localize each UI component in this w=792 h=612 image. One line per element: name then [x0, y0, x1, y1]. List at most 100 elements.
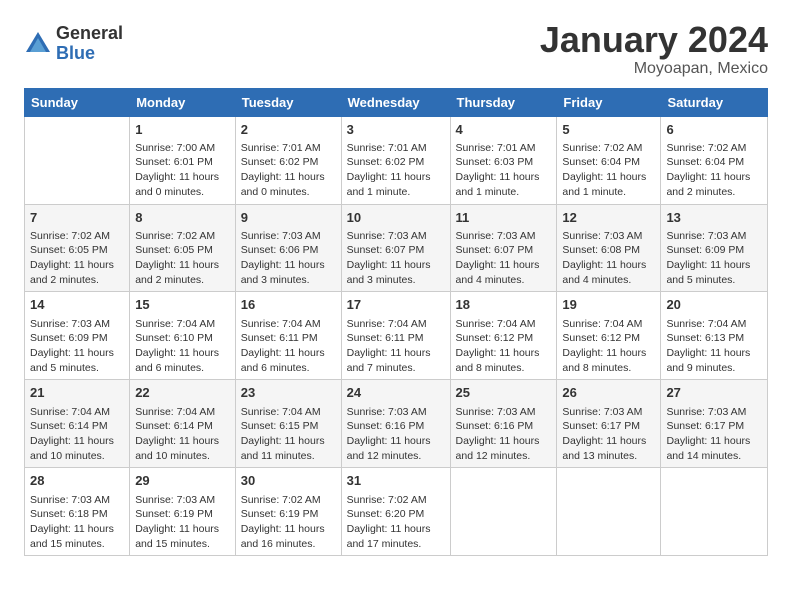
day-info: Sunrise: 7:03 AM Sunset: 6:18 PM Dayligh…: [30, 493, 124, 552]
day-info: Sunrise: 7:03 AM Sunset: 6:17 PM Dayligh…: [666, 405, 762, 464]
calendar-cell: 30Sunrise: 7:02 AM Sunset: 6:19 PM Dayli…: [235, 468, 341, 556]
calendar-cell: 7 Sunrise: 7:02 AM Sunset: 6:05 PM Daylig…: [25, 204, 130, 292]
calendar-cell: 16 Sunrise: 7:04 AM Sunset: 6:11 PM Dayli…: [235, 292, 341, 380]
calendar-cell: 3Sunrise: 7:01 AM Sunset: 6:02 PM Daylig…: [341, 116, 450, 204]
day-number: 19: [562, 296, 655, 314]
day-number: 1: [135, 121, 230, 139]
day-info: Sunrise: 7:02 AM Sunset: 6:05 PM Dayligh…: [30, 229, 124, 288]
day-number: 20: [666, 296, 762, 314]
logo: General Blue: [24, 24, 123, 64]
day-number: 10: [347, 209, 445, 227]
day-info: Sunrise: 7:03 AM Sunset: 6:09 PM Dayligh…: [30, 317, 124, 376]
day-number: 31: [347, 472, 445, 490]
calendar-cell: 22 Sunrise: 7:04 AM Sunset: 6:14 PM Dayli…: [130, 380, 236, 468]
month-title: January 2024: [540, 20, 768, 60]
day-info: Sunrise: 7:03 AM Sunset: 6:17 PM Dayligh…: [562, 405, 655, 464]
calendar-cell: 15 Sunrise: 7:04 AM Sunset: 6:10 PM Dayli…: [130, 292, 236, 380]
day-number: 27: [666, 384, 762, 402]
calendar-cell: [25, 116, 130, 204]
day-number: 9: [241, 209, 336, 227]
logo-general: General: [56, 24, 123, 44]
calendar-cell: 6 Sunrise: 7:02 AM Sunset: 6:04 PM Daylig…: [661, 116, 768, 204]
day-info: Sunrise: 7:02 AM Sunset: 6:05 PM Dayligh…: [135, 229, 230, 288]
calendar-cell: 2 Sunrise: 7:01 AM Sunset: 6:02 PM Daylig…: [235, 116, 341, 204]
page-header: General Blue January 2024 Moyoapan, Mexi…: [24, 20, 768, 78]
weekday-header: Sunday: [25, 88, 130, 116]
day-number: 17: [347, 296, 445, 314]
calendar-cell: 5Sunrise: 7:02 AM Sunset: 6:04 PM Daylig…: [557, 116, 661, 204]
day-number: 7: [30, 209, 124, 227]
calendar-header: SundayMondayTuesdayWednesdayThursdayFrid…: [25, 88, 768, 116]
day-number: 26: [562, 384, 655, 402]
calendar-cell: 28 Sunrise: 7:03 AM Sunset: 6:18 PM Dayli…: [25, 468, 130, 556]
calendar-cell: 31 Sunrise: 7:02 AM Sunset: 6:20 PM Dayli…: [341, 468, 450, 556]
calendar-cell: 14 Sunrise: 7:03 AM Sunset: 6:09 PM Dayli…: [25, 292, 130, 380]
day-number: 14: [30, 296, 124, 314]
day-number: 28: [30, 472, 124, 490]
day-number: 25: [456, 384, 552, 402]
day-number: 15: [135, 296, 230, 314]
day-number: 16: [241, 296, 336, 314]
day-info: Sunrise: 7:03 AM Sunset: 6:09 PM Dayligh…: [666, 229, 762, 288]
day-info: Sunrise: 7:04 AM Sunset: 6:15 PM Dayligh…: [241, 405, 336, 464]
calendar-cell: 4 Sunrise: 7:01 AM Sunset: 6:03 PM Daylig…: [450, 116, 557, 204]
day-info: Sunrise: 7:04 AM Sunset: 6:10 PM Dayligh…: [135, 317, 230, 376]
calendar-cell: 18Sunrise: 7:04 AM Sunset: 6:12 PM Dayli…: [450, 292, 557, 380]
day-info: Sunrise: 7:02 AM Sunset: 6:04 PM Dayligh…: [666, 141, 762, 200]
day-number: 8: [135, 209, 230, 227]
calendar-cell: 9 Sunrise: 7:03 AM Sunset: 6:06 PM Daylig…: [235, 204, 341, 292]
calendar-cell: 19 Sunrise: 7:04 AM Sunset: 6:12 PM Dayli…: [557, 292, 661, 380]
day-number: 22: [135, 384, 230, 402]
calendar-cell: 25 Sunrise: 7:03 AM Sunset: 6:16 PM Dayli…: [450, 380, 557, 468]
day-info: Sunrise: 7:04 AM Sunset: 6:11 PM Dayligh…: [347, 317, 445, 376]
day-info: Sunrise: 7:03 AM Sunset: 6:16 PM Dayligh…: [456, 405, 552, 464]
day-info: Sunrise: 7:02 AM Sunset: 6:19 PM Dayligh…: [241, 493, 336, 552]
day-number: 6: [666, 121, 762, 139]
day-number: 4: [456, 121, 552, 139]
day-number: 12: [562, 209, 655, 227]
calendar-cell: 24 Sunrise: 7:03 AM Sunset: 6:16 PM Dayli…: [341, 380, 450, 468]
day-info: Sunrise: 7:04 AM Sunset: 6:13 PM Dayligh…: [666, 317, 762, 376]
calendar-cell: [450, 468, 557, 556]
day-number: 13: [666, 209, 762, 227]
day-info: Sunrise: 7:03 AM Sunset: 6:07 PM Dayligh…: [347, 229, 445, 288]
day-info: Sunrise: 7:03 AM Sunset: 6:19 PM Dayligh…: [135, 493, 230, 552]
title-block: January 2024 Moyoapan, Mexico: [540, 20, 768, 78]
day-number: 18: [456, 296, 552, 314]
calendar-cell: 21 Sunrise: 7:04 AM Sunset: 6:14 PM Dayli…: [25, 380, 130, 468]
calendar-cell: [661, 468, 768, 556]
calendar-cell: 23Sunrise: 7:04 AM Sunset: 6:15 PM Dayli…: [235, 380, 341, 468]
day-number: 24: [347, 384, 445, 402]
day-info: Sunrise: 7:01 AM Sunset: 6:03 PM Dayligh…: [456, 141, 552, 200]
calendar-table: SundayMondayTuesdayWednesdayThursdayFrid…: [24, 88, 768, 557]
calendar-cell: 13 Sunrise: 7:03 AM Sunset: 6:09 PM Dayli…: [661, 204, 768, 292]
day-number: 11: [456, 209, 552, 227]
weekday-header: Saturday: [661, 88, 768, 116]
day-info: Sunrise: 7:04 AM Sunset: 6:14 PM Dayligh…: [135, 405, 230, 464]
weekday-header: Friday: [557, 88, 661, 116]
calendar-cell: 29 Sunrise: 7:03 AM Sunset: 6:19 PM Dayli…: [130, 468, 236, 556]
calendar-cell: 11 Sunrise: 7:03 AM Sunset: 6:07 PM Dayli…: [450, 204, 557, 292]
day-number: 2: [241, 121, 336, 139]
weekday-header: Tuesday: [235, 88, 341, 116]
day-number: 21: [30, 384, 124, 402]
calendar-cell: 17 Sunrise: 7:04 AM Sunset: 6:11 PM Dayli…: [341, 292, 450, 380]
weekday-header: Monday: [130, 88, 236, 116]
day-info: Sunrise: 7:01 AM Sunset: 6:02 PM Dayligh…: [347, 141, 445, 200]
logo-blue: Blue: [56, 44, 123, 64]
day-info: Sunrise: 7:04 AM Sunset: 6:14 PM Dayligh…: [30, 405, 124, 464]
day-number: 29: [135, 472, 230, 490]
day-info: Sunrise: 7:02 AM Sunset: 6:04 PM Dayligh…: [562, 141, 655, 200]
day-info: Sunrise: 7:02 AM Sunset: 6:20 PM Dayligh…: [347, 493, 445, 552]
day-info: Sunrise: 7:03 AM Sunset: 6:07 PM Dayligh…: [456, 229, 552, 288]
day-info: Sunrise: 7:03 AM Sunset: 6:16 PM Dayligh…: [347, 405, 445, 464]
weekday-header: Thursday: [450, 88, 557, 116]
day-info: Sunrise: 7:04 AM Sunset: 6:12 PM Dayligh…: [562, 317, 655, 376]
logo-icon: [24, 30, 52, 58]
location: Moyoapan, Mexico: [540, 60, 768, 78]
day-info: Sunrise: 7:03 AM Sunset: 6:06 PM Dayligh…: [241, 229, 336, 288]
day-info: Sunrise: 7:04 AM Sunset: 6:11 PM Dayligh…: [241, 317, 336, 376]
calendar-cell: 20 Sunrise: 7:04 AM Sunset: 6:13 PM Dayli…: [661, 292, 768, 380]
day-info: Sunrise: 7:01 AM Sunset: 6:02 PM Dayligh…: [241, 141, 336, 200]
calendar-cell: 27 Sunrise: 7:03 AM Sunset: 6:17 PM Dayli…: [661, 380, 768, 468]
